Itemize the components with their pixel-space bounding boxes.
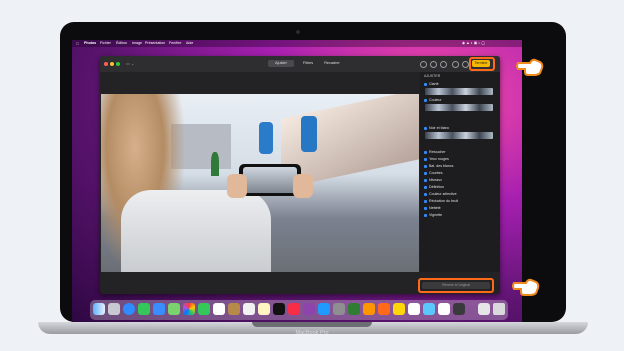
facetime-icon[interactable] [198, 303, 210, 315]
preview-icon[interactable] [423, 303, 435, 315]
checkbox-icon [424, 206, 427, 210]
panel-item-selective-color[interactable]: Couleur sélective [424, 192, 457, 196]
tab-adjust[interactable]: Ajuster [268, 60, 294, 67]
menu-item-view[interactable]: Présentation [145, 41, 165, 45]
person-jumping [301, 116, 317, 152]
textedit-icon[interactable] [408, 303, 420, 315]
person-jumping [259, 122, 273, 154]
tab-crop[interactable]: Recadrer [320, 60, 344, 67]
magic-wand-icon[interactable] [452, 61, 459, 68]
checkbox-icon [424, 171, 427, 175]
numbers-icon[interactable] [348, 303, 360, 315]
done-button[interactable]: Terminé [472, 60, 490, 67]
checkbox-icon [424, 98, 427, 102]
christmas-tree [211, 152, 219, 176]
left-hand [227, 174, 247, 198]
panel-item-noise-reduction[interactable]: Réduction du bruit [424, 199, 458, 203]
messages-icon[interactable] [138, 303, 150, 315]
mail-icon[interactable] [153, 303, 165, 315]
sketch-icon[interactable] [393, 303, 405, 315]
panel-item-vignette[interactable]: Vignette [424, 213, 442, 217]
bw-thumbnail-strip[interactable] [425, 132, 493, 139]
checkbox-icon [424, 126, 427, 130]
panel-title: AJUSTER [424, 74, 441, 78]
downloads-folder-icon[interactable] [478, 303, 490, 315]
woman-sweater [121, 190, 271, 272]
heart-icon[interactable] [430, 61, 437, 68]
phone-screen [243, 167, 297, 193]
section-color[interactable]: Couleur [424, 98, 442, 102]
app-store-icon[interactable] [318, 303, 330, 315]
panel-item-definition[interactable]: Définition [424, 185, 444, 189]
right-hand [293, 174, 313, 198]
camera-icon [296, 30, 300, 34]
checkbox-icon [424, 185, 427, 189]
apple-icon[interactable]:  [76, 41, 79, 46]
panel-item-retouch[interactable]: Retoucher [424, 150, 446, 154]
pages-icon[interactable] [363, 303, 375, 315]
system-preferences-icon[interactable] [333, 303, 345, 315]
menu-item-help[interactable]: Aide [186, 41, 193, 45]
panel-item-curves[interactable]: Courbes [424, 171, 443, 175]
share-icon[interactable] [462, 61, 469, 68]
hand-pointer-icon [516, 58, 544, 76]
document-icon[interactable] [438, 303, 450, 315]
panel-item-sharpen[interactable]: Netteté [424, 206, 441, 210]
checkbox-icon [424, 150, 427, 154]
finder-icon[interactable] [93, 303, 105, 315]
revert-to-original-button[interactable]: Revenir à l'original [422, 282, 490, 289]
section-light[interactable]: Clarté [424, 82, 439, 86]
menu-item-edit[interactable]: Édition [116, 41, 127, 45]
laptop-brand: MacBook Pro [295, 330, 329, 336]
rotate-icon[interactable] [440, 61, 447, 68]
checkbox-icon [424, 213, 427, 217]
trash-icon[interactable] [493, 303, 505, 315]
contacts-icon[interactable] [228, 303, 240, 315]
panel-item-levels[interactable]: Niveaux [424, 178, 442, 182]
checkbox-icon [424, 178, 427, 182]
menu-item-window[interactable]: Fenêtre [169, 41, 181, 45]
safari-icon[interactable] [123, 303, 135, 315]
podcasts-icon[interactable] [303, 303, 315, 315]
light-thumbnail-strip[interactable] [425, 88, 493, 95]
laptop-notch [252, 322, 372, 327]
maps-icon[interactable] [168, 303, 180, 315]
minimize-window-button[interactable] [110, 62, 114, 66]
tab-filters[interactable]: Filtres [296, 60, 320, 67]
apple-tv-icon[interactable] [273, 303, 285, 315]
checkbox-icon [424, 164, 427, 168]
menu-item-image[interactable]: Image [132, 41, 142, 45]
close-window-button[interactable] [104, 62, 108, 66]
checkbox-icon [424, 199, 427, 203]
panel-item-white-balance[interactable]: Bal. des blancs [424, 164, 453, 168]
music-icon[interactable] [288, 303, 300, 315]
keynote-icon[interactable] [378, 303, 390, 315]
checkbox-icon [424, 82, 427, 86]
calendar-icon[interactable] [213, 303, 225, 315]
info-icon[interactable] [420, 61, 427, 68]
menu-bar:  Photos Fichier Édition Image Présentat… [72, 40, 522, 47]
photos-icon[interactable] [183, 303, 195, 315]
panel-item-red-eye[interactable]: Yeux rouges [424, 157, 449, 161]
checkbox-icon [424, 157, 427, 161]
section-black-white[interactable]: Noir et blanc [424, 126, 449, 130]
status-icons: ◉ ▲ ◐ ▣ ⌕ ◯ [462, 41, 486, 45]
hand-pointer-icon [512, 278, 540, 296]
checkbox-icon [424, 192, 427, 196]
reminders-icon[interactable] [243, 303, 255, 315]
zoom-window-button[interactable] [116, 62, 120, 66]
menu-app-name[interactable]: Photos [84, 41, 96, 45]
notes-icon[interactable] [258, 303, 270, 315]
launchpad-icon[interactable] [108, 303, 120, 315]
color-thumbnail-strip[interactable] [425, 104, 493, 111]
menu-item-file[interactable]: Fichier [100, 41, 111, 45]
view-options-icon[interactable]: ▭ ⌄ [126, 61, 142, 66]
photo-canvas [101, 94, 419, 272]
screenshot-icon[interactable] [453, 303, 465, 315]
